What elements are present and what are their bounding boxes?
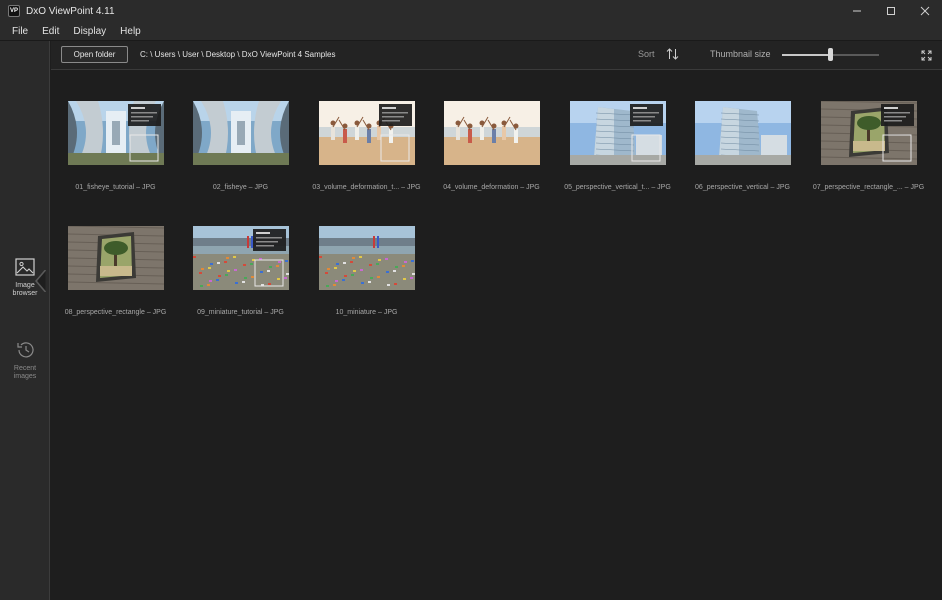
maximize-icon bbox=[887, 7, 895, 15]
open-folder-button[interactable]: Open folder bbox=[61, 46, 128, 63]
thumbnail-item[interactable]: 09_miniature_tutorial – JPG bbox=[178, 226, 303, 316]
sidebar-label-line2: images bbox=[13, 373, 37, 380]
thumbnail-caption: 05_perspective_vertical_t... – JPG bbox=[564, 184, 671, 191]
history-icon bbox=[17, 342, 34, 358]
title-bar: VP DxO ViewPoint 4.11 bbox=[0, 0, 942, 22]
thumbnail-image[interactable] bbox=[192, 101, 289, 165]
thumbnail-caption: 08_perspective_rectangle – JPG bbox=[64, 309, 167, 316]
slider-fill bbox=[782, 54, 831, 56]
thumbnail-image[interactable] bbox=[569, 101, 666, 165]
fullscreen-icon[interactable] bbox=[921, 50, 932, 61]
thumbnail-item[interactable]: 05_perspective_vertical_t... – JPG bbox=[555, 101, 680, 191]
close-icon bbox=[920, 6, 930, 16]
thumbnail-caption: 02_fisheye – JPG bbox=[212, 184, 269, 191]
left-sidebar: Image browser Recent images bbox=[0, 41, 50, 600]
thumbnail-image[interactable] bbox=[820, 101, 917, 165]
thumbnail-item[interactable]: 03_volume_deformation_t... – JPG bbox=[304, 101, 429, 191]
active-indicator-icon bbox=[35, 270, 47, 292]
sidebar-label-line1: Recent bbox=[13, 365, 37, 372]
thumbnail-size-label: Thumbnail size bbox=[710, 49, 771, 59]
slider-handle[interactable] bbox=[828, 48, 833, 61]
thumbnail-caption: 01_fisheye_tutorial – JPG bbox=[75, 184, 156, 191]
thumbnail-caption: 09_miniature_tutorial – JPG bbox=[197, 309, 284, 316]
thumbnail-image[interactable] bbox=[318, 101, 415, 165]
thumbnail-item[interactable]: 07_perspective_rectangle_... – JPG bbox=[806, 101, 931, 191]
sort-icon[interactable] bbox=[666, 48, 679, 60]
maximize-button[interactable] bbox=[874, 0, 908, 22]
window-controls bbox=[840, 0, 942, 22]
close-button[interactable] bbox=[908, 0, 942, 22]
sort-label: Sort bbox=[638, 49, 655, 59]
menu-help[interactable]: Help bbox=[113, 26, 148, 37]
thumbnail-caption: 10_miniature – JPG bbox=[335, 309, 398, 316]
menu-file[interactable]: File bbox=[0, 26, 35, 37]
window-title: DxO ViewPoint 4.11 bbox=[26, 5, 115, 17]
thumbnail-item[interactable]: 04_volume_deformation – JPG bbox=[429, 101, 554, 191]
thumbnail-image[interactable] bbox=[318, 226, 415, 290]
thumbnail-caption: 06_perspective_vertical – JPG bbox=[695, 184, 790, 191]
sidebar-item-image-browser[interactable]: Image browser bbox=[0, 256, 50, 298]
image-grid: 01_fisheye_tutorial – JPG 02_fisheye – JP… bbox=[51, 70, 942, 600]
minimize-icon bbox=[853, 10, 861, 12]
thumbnail-item[interactable]: 01_fisheye_tutorial – JPG bbox=[53, 101, 178, 191]
thumbnail-item[interactable]: 06_perspective_vertical – JPG bbox=[680, 101, 805, 191]
thumbnail-caption: 07_perspective_rectangle_... – JPG bbox=[812, 184, 925, 191]
thumbnail-image[interactable] bbox=[192, 226, 289, 290]
thumbnail-item[interactable]: 08_perspective_rectangle – JPG bbox=[53, 226, 178, 316]
toolbar: Open folder C: \ Users \ User \ Desktop … bbox=[51, 41, 942, 70]
menu-bar: File Edit Display Help bbox=[0, 22, 942, 41]
sidebar-item-label: Recent images bbox=[2, 365, 48, 381]
menu-display[interactable]: Display bbox=[66, 26, 113, 37]
sidebar-item-recent-images[interactable]: Recent images bbox=[0, 339, 50, 381]
thumbnail-image[interactable] bbox=[443, 101, 540, 165]
thumbnail-image[interactable] bbox=[67, 101, 164, 165]
thumbnail-item[interactable]: 02_fisheye – JPG bbox=[178, 101, 303, 191]
thumbnail-image[interactable] bbox=[67, 226, 164, 290]
menu-edit[interactable]: Edit bbox=[35, 26, 66, 37]
folder-path: C: \ Users \ User \ Desktop \ DxO ViewPo… bbox=[140, 50, 336, 59]
app-logo: VP bbox=[8, 5, 20, 17]
thumbnail-caption: 03_volume_deformation_t... – JPG bbox=[312, 184, 421, 191]
thumbnail-image[interactable] bbox=[694, 101, 791, 165]
thumbnail-caption: 04_volume_deformation – JPG bbox=[443, 184, 540, 191]
minimize-button[interactable] bbox=[840, 0, 874, 22]
thumbnail-item[interactable]: 10_miniature – JPG bbox=[304, 226, 429, 316]
